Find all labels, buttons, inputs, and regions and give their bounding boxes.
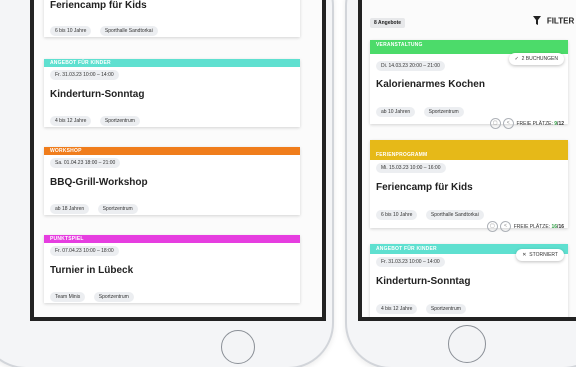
- pill-row: ab 18 Jahren Sportzentrum: [50, 197, 142, 215]
- event-title: Feriencamp für Kids: [376, 182, 473, 193]
- date-pill: Fr. 07.04.23 10:00 – 18:00: [50, 246, 119, 256]
- free-seats: ▢ < FREIE PLÄTZE: 9/12: [488, 118, 564, 129]
- team-pill: Team Minis: [50, 292, 86, 302]
- event-card[interactable]: PUNKTSPIEL Fr. 07.04.23 10:00 – 18:00 Tu…: [44, 235, 300, 303]
- event-title: Feriencamp für Kids: [50, 0, 147, 11]
- seats-total: 12: [558, 120, 564, 127]
- age-pill: ab 18 Jahren: [50, 204, 90, 214]
- age-pill: 6 bis 10 Jahre: [376, 210, 418, 220]
- check-icon: ✓: [514, 56, 519, 62]
- location-pill: Sporthalle Sandtorkai: [99, 26, 158, 36]
- age-pill: 4 bis 12 Jahre: [50, 116, 92, 126]
- offers-count-badge: 8 Angebote: [370, 18, 406, 28]
- pill-row: 4 bis 12 Jahre Sportzentrum: [376, 297, 470, 315]
- category-band: PUNKTSPIEL: [44, 235, 300, 243]
- date-pill: Di. 14.03.23 20:00 – 21:00: [376, 61, 445, 71]
- event-card[interactable]: WORKSHOP Sa. 01.04.23 18:00 – 21:00 BBQ-…: [44, 147, 300, 215]
- event-card[interactable]: ANGEBOT FÜR KINDER Fr. 31.03.23 10:00 – …: [44, 59, 300, 127]
- date-pill: Mi. 15.03.23 10:00 – 16:00: [376, 163, 446, 173]
- location-pill: Sportzentrum: [93, 292, 134, 302]
- scene: Feriencamp für Kids 6 bis 10 Jahre Sport…: [0, 0, 576, 367]
- event-title: BBQ-Grill-Workshop: [50, 177, 148, 188]
- close-icon: ✕: [522, 252, 527, 258]
- home-button[interactable]: [448, 325, 486, 363]
- cancelled-button[interactable]: ✕ STORNIERT: [516, 249, 564, 261]
- seats-total: 16: [558, 223, 564, 230]
- event-card[interactable]: FERIENPROGRAMM Mi. 15.03.23 10:00 – 16:0…: [370, 140, 568, 232]
- event-title: Kinderturn-Sonntag: [50, 89, 145, 100]
- location-pill: Sportzentrum: [99, 116, 140, 126]
- location-pill: Sportzentrum: [425, 304, 466, 314]
- free-seats: ▢ < FREIE PLÄTZE: 16/16: [485, 221, 564, 232]
- category-band: FERIENPROGRAMM: [370, 150, 568, 160]
- tablet-screen: Feriencamp für Kids 6 bis 10 Jahre Sport…: [30, 0, 326, 321]
- event-card[interactable]: ANGEBOT FÜR KINDER ✕ STORNIERT Fr. 31.03…: [370, 244, 568, 317]
- pill-row: ab 10 Jahren Sportzentrum: [376, 100, 468, 118]
- event-card[interactable]: VERANSTALTUNG ✓ 2 BUCHUNGEN Di. 14.03.23…: [370, 40, 568, 129]
- age-pill: 4 bis 12 Jahre: [376, 304, 418, 314]
- event-title: Kinderturn-Sonntag: [376, 276, 471, 287]
- age-pill: ab 10 Jahren: [376, 107, 416, 117]
- bookings-button[interactable]: ✓ 2 BUCHUNGEN: [508, 53, 564, 65]
- share-icon[interactable]: <: [502, 118, 514, 129]
- filter-label: FILTER: [546, 16, 575, 26]
- location-pill: Sportzentrum: [423, 107, 464, 117]
- filter-button[interactable]: FILTER0: [532, 16, 576, 27]
- calendar-icon[interactable]: ▢: [489, 118, 501, 129]
- calendar-icon[interactable]: ▢: [486, 221, 498, 232]
- pill-row: 6 bis 10 Jahre Sporthalle Sandtorkai: [50, 19, 162, 37]
- date-pill: Fr. 31.03.23 10:00 – 14:00: [376, 257, 445, 267]
- event-title: Kalorienarmes Kochen: [376, 79, 485, 90]
- seats-label: FREIE PLÄTZE:: [513, 223, 551, 230]
- category-band: ANGEBOT FÜR KINDER: [44, 59, 300, 67]
- pill-row: 4 bis 12 Jahre Sportzentrum: [50, 109, 144, 127]
- event-title: Turnier in Lübeck: [50, 265, 134, 276]
- category-band: WORKSHOP: [44, 147, 300, 155]
- seats-label: FREIE PLÄTZE:: [516, 120, 553, 127]
- age-pill: 6 bis 10 Jahre: [50, 26, 92, 36]
- date-pill: Sa. 01.04.23 18:00 – 21:00: [50, 158, 121, 168]
- share-icon[interactable]: <: [499, 221, 511, 232]
- pill-row: 6 bis 10 Jahre Sporthalle Sandtorkai: [376, 203, 488, 221]
- phone-screen: 8 Angebote FILTER0 VERANSTALTUNG ✓ 2 BUC…: [358, 0, 576, 321]
- date-pill: Fr. 31.03.23 10:00 – 14:00: [50, 70, 119, 80]
- location-pill: Sportzentrum: [97, 204, 138, 214]
- category-band: VERANSTALTUNG: [370, 40, 568, 50]
- cancelled-label: STORNIERT: [529, 252, 558, 258]
- home-button[interactable]: [221, 330, 255, 364]
- location-pill: Sporthalle Sandtorkai: [425, 210, 484, 220]
- pill-row: Team Minis Sportzentrum: [50, 285, 138, 303]
- bookings-label: 2 BUCHUNGEN: [521, 56, 558, 62]
- funnel-icon: [532, 16, 541, 27]
- event-card[interactable]: Feriencamp für Kids 6 bis 10 Jahre Sport…: [44, 0, 300, 37]
